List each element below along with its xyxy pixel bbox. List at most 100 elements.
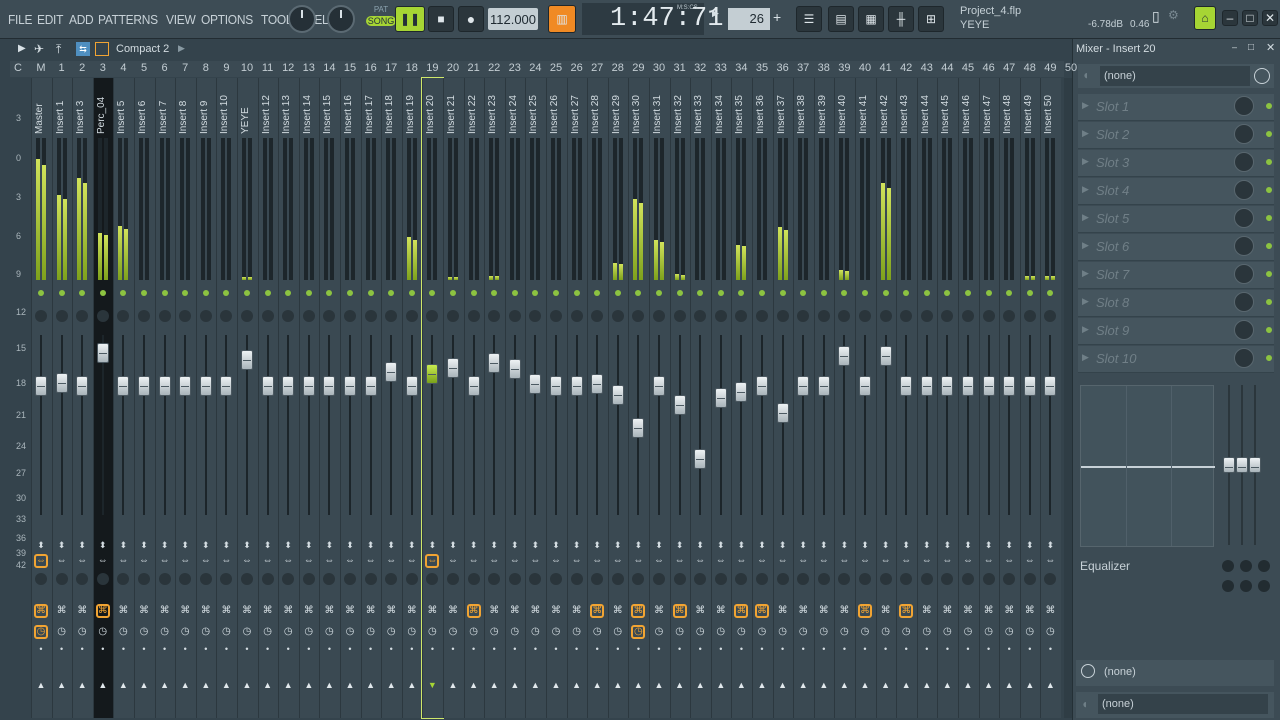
- swap-channels-icon[interactable]: ⇔: [178, 554, 192, 568]
- mixer-track-name[interactable]: Insert 49: [1023, 86, 1037, 134]
- swap-channels-icon[interactable]: ⇔: [982, 554, 996, 568]
- send-dot-icon[interactable]: •: [155, 644, 175, 654]
- route-plug-icon[interactable]: ⌘: [261, 604, 275, 618]
- route-plug-icon[interactable]: ⌘: [776, 604, 790, 618]
- stereo-separation-icon[interactable]: ⬍: [381, 540, 401, 551]
- stereo-separation-icon[interactable]: ⬍: [464, 540, 484, 551]
- latency-clock-icon[interactable]: ◷: [652, 625, 666, 639]
- slot-enable-led[interactable]: [1266, 187, 1272, 193]
- stereo-separation-icon[interactable]: ⬍: [1020, 540, 1040, 551]
- send-dot-icon[interactable]: •: [917, 644, 937, 654]
- mixer-header-cell[interactable]: 19: [422, 62, 442, 74]
- mixer-header-cell[interactable]: 1: [52, 62, 72, 74]
- stereo-separation-icon[interactable]: ⬍: [628, 540, 648, 551]
- panel-close-icon[interactable]: ✕: [1266, 41, 1275, 54]
- send-knob[interactable]: [920, 573, 933, 585]
- route-arrow-icon[interactable]: ▲: [196, 680, 216, 690]
- volume-fader[interactable]: [199, 375, 212, 396]
- pan-knob[interactable]: [982, 310, 995, 322]
- pan-knob[interactable]: [199, 310, 212, 322]
- slot-arrow-icon[interactable]: ▶: [1082, 128, 1089, 139]
- mixer-header-cell[interactable]: 23: [505, 62, 525, 74]
- send-knob[interactable]: [817, 573, 830, 585]
- volume-fader[interactable]: [117, 375, 130, 396]
- route-arrow-icon[interactable]: ▲: [855, 680, 875, 690]
- route-plug-icon[interactable]: ⌘: [384, 604, 398, 618]
- send-dot-icon[interactable]: •: [731, 644, 751, 654]
- send-dot-icon[interactable]: •: [670, 644, 690, 654]
- volume-fader[interactable]: [179, 375, 192, 396]
- mixer-track-name[interactable]: Insert 10: [219, 86, 233, 134]
- route-plug-icon[interactable]: ⌘: [837, 604, 851, 618]
- latency-clock-icon[interactable]: ◷: [487, 625, 501, 639]
- route-arrow-icon[interactable]: ▲: [546, 680, 566, 690]
- swap-channels-icon[interactable]: ⇔: [384, 554, 398, 568]
- mixer-track-name[interactable]: Insert 5: [116, 86, 130, 134]
- pause-button[interactable]: ❚❚: [395, 6, 425, 32]
- slot-mix-knob[interactable]: [1234, 264, 1254, 284]
- browser-button[interactable]: ⊞: [918, 6, 944, 32]
- swap-channels-icon[interactable]: ⇔: [75, 554, 89, 568]
- volume-fader[interactable]: [1003, 375, 1016, 396]
- route-arrow-icon[interactable]: ▲: [876, 680, 896, 690]
- swap-channels-icon[interactable]: ⇔: [734, 554, 748, 568]
- route-arrow-icon[interactable]: ▲: [443, 680, 463, 690]
- volume-fader[interactable]: [817, 375, 830, 396]
- stereo-separation-icon[interactable]: ⬍: [340, 540, 360, 551]
- swap-channels-icon[interactable]: ⇔: [920, 554, 934, 568]
- menu-item-options[interactable]: OPTIONS: [201, 12, 253, 27]
- stereo-separation-icon[interactable]: ⬍: [670, 540, 690, 551]
- playlist-button[interactable]: ☰: [796, 6, 822, 32]
- fx-slot[interactable]: ▶ Slot 9: [1078, 318, 1274, 345]
- mixer-track-name[interactable]: Insert 24: [508, 86, 522, 134]
- route-arrow-icon[interactable]: ▲: [814, 680, 834, 690]
- mixer-track-name[interactable]: Insert 19: [405, 86, 419, 134]
- mixer-button[interactable]: ╫: [888, 6, 914, 32]
- send-knob[interactable]: [879, 573, 892, 585]
- route-arrow-icon[interactable]: ▲: [361, 680, 381, 690]
- mixer-menu-icon[interactable]: ▶: [18, 43, 26, 54]
- route-plug-icon[interactable]: ⌘: [199, 604, 213, 618]
- stereo-separation-icon[interactable]: ⬍: [237, 540, 257, 551]
- eq-band-faders[interactable]: [1222, 385, 1272, 547]
- mixer-track-name[interactable]: Master: [34, 86, 48, 134]
- route-arrow-icon[interactable]: ▲: [773, 680, 793, 690]
- swap-channels-icon[interactable]: ⇔: [549, 554, 563, 568]
- mixer-track-name[interactable]: Insert 48: [1002, 86, 1016, 134]
- mute-led[interactable]: [820, 290, 827, 296]
- mute-led[interactable]: [347, 290, 353, 296]
- swap-channels-icon[interactable]: ⇔: [652, 554, 666, 568]
- volume-fader[interactable]: [591, 374, 604, 394]
- route-arrow-icon[interactable]: ▲: [649, 680, 669, 690]
- menu-item-add[interactable]: ADD: [69, 12, 94, 27]
- pan-knob[interactable]: [1023, 310, 1036, 322]
- send-knob[interactable]: [756, 573, 768, 585]
- mute-led[interactable]: [862, 290, 868, 296]
- send-knob[interactable]: [364, 573, 377, 585]
- route-plug-icon[interactable]: ⌘: [1043, 604, 1057, 618]
- pan-knob[interactable]: [55, 310, 68, 322]
- latency-clock-icon[interactable]: ◷: [137, 625, 151, 639]
- pan-knob[interactable]: [653, 310, 665, 322]
- route-arrow-icon[interactable]: ▲: [340, 680, 360, 690]
- input-selector[interactable]: ◖ (none): [1078, 64, 1274, 88]
- master-volume-knob[interactable]: [288, 5, 316, 33]
- slot-enable-led[interactable]: [1266, 103, 1272, 109]
- route-plug-icon[interactable]: ⌘: [899, 604, 914, 618]
- mixer-track-name[interactable]: Insert 21: [446, 86, 460, 134]
- pan-knob[interactable]: [96, 310, 109, 322]
- pan-knob[interactable]: [261, 310, 274, 322]
- volume-fader[interactable]: [714, 387, 727, 408]
- mixer-track-name[interactable]: Insert 31: [652, 86, 666, 134]
- mixer-header-cell[interactable]: 43: [917, 62, 937, 74]
- latency-clock-icon[interactable]: ◷: [281, 625, 295, 639]
- song-time-display[interactable]: 1:47:71 M:S:CS: [582, 3, 723, 35]
- latency-clock-icon[interactable]: ◷: [631, 625, 646, 639]
- route-plug-icon[interactable]: ⌘: [611, 604, 625, 618]
- stereo-separation-icon[interactable]: ⬍: [196, 540, 216, 551]
- swap-channels-icon[interactable]: ⇔: [302, 554, 316, 568]
- mixer-track-name[interactable]: Insert 8: [178, 86, 192, 134]
- mixer-track-name[interactable]: Insert 20: [425, 86, 439, 134]
- pan-knob[interactable]: [364, 310, 377, 322]
- mute-led[interactable]: [244, 290, 250, 296]
